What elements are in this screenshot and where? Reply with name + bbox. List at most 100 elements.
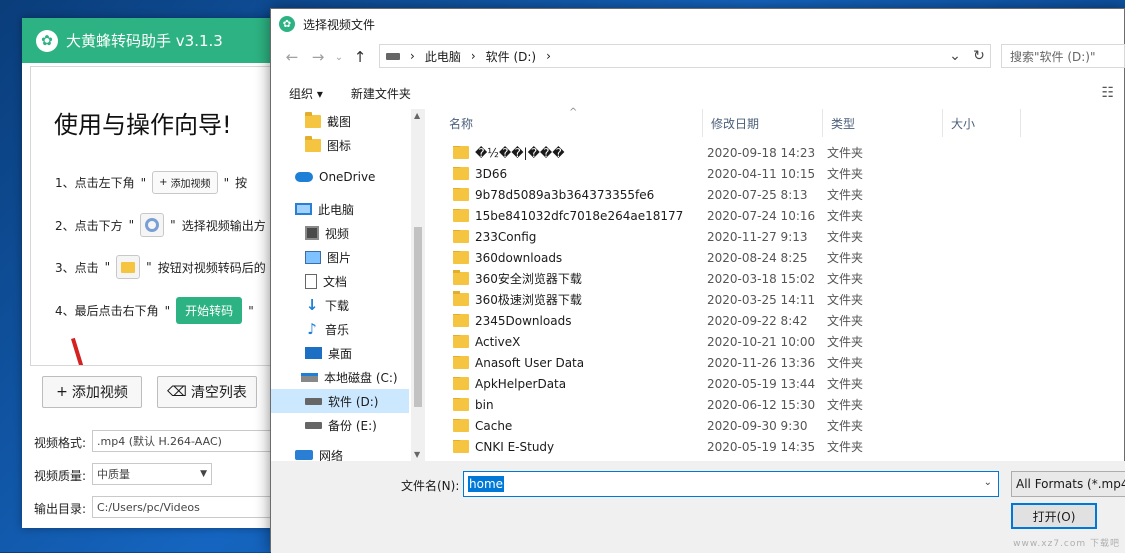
- organize-button[interactable]: 组织 ▾: [289, 85, 323, 102]
- column-type[interactable]: 类型: [823, 109, 943, 137]
- tree-item-videos[interactable]: 视频: [271, 221, 409, 245]
- gear-icon: [145, 218, 160, 232]
- list-item[interactable]: ActiveX 2020-10-21 10:00 文件夹: [441, 331, 1024, 352]
- drive-icon: [305, 421, 322, 429]
- scroll-down-icon[interactable]: ▼: [414, 450, 420, 459]
- video-icon: [305, 226, 319, 240]
- tree-item-documents[interactable]: 文档: [271, 269, 409, 293]
- open-file-dialog: ✿ 选择视频文件 ← → ⌄ ↑ › 此电脑 › 软件 (D:) › ⌄ ↻ 搜…: [270, 8, 1125, 553]
- dialog-footer: 文件名(N): home ⌄ All Formats (*.mp4 打开(O) …: [271, 461, 1125, 553]
- forward-arrow-icon[interactable]: →: [305, 44, 331, 70]
- folder-icon: [453, 397, 469, 411]
- list-item[interactable]: 360极速浏览器下载 2020-03-25 14:11 文件夹: [441, 289, 1024, 310]
- red-arrow-line: [71, 337, 99, 365]
- guide-step-2: 2、点击下方 " " 选择视频输出方: [55, 213, 266, 237]
- breadcrumb-separator-icon: ›: [546, 49, 551, 63]
- start-convert-chip: 开始转码: [176, 297, 243, 324]
- tree-item-this-pc[interactable]: 此电脑: [271, 197, 409, 221]
- tree-item-screenshots[interactable]: 截图: [271, 109, 409, 133]
- folder-icon: [453, 166, 469, 180]
- scroll-up-icon[interactable]: ▲: [414, 111, 420, 120]
- list-item[interactable]: �½��|��� 2020-09-18 14:23 文件夹: [441, 142, 1024, 163]
- onedrive-cloud-icon: [295, 172, 313, 182]
- list-item[interactable]: Anasoft User Data 2020-11-26 13:36 文件夹: [441, 352, 1024, 373]
- list-item[interactable]: 233Config 2020-11-27 9:13 文件夹: [441, 226, 1024, 247]
- chevron-down-icon: ▼: [200, 469, 207, 479]
- column-size[interactable]: 大小: [943, 109, 1021, 137]
- tree-item-drive-d[interactable]: 软件 (D:): [271, 389, 409, 413]
- system-drive-icon: [301, 372, 318, 382]
- format-select[interactable]: .mp4 (默认 H.264-AAC): [92, 430, 280, 452]
- sort-ascending-icon: ^: [569, 107, 578, 118]
- list-item[interactable]: bin 2020-06-12 15:30 文件夹: [441, 394, 1024, 415]
- list-item[interactable]: CNKI E-Study 2020-05-19 14:35 文件夹: [441, 436, 1024, 457]
- tree-item-music[interactable]: ♪ 音乐: [271, 317, 409, 341]
- network-icon: [295, 450, 313, 460]
- tree-item-icons[interactable]: 图标: [271, 133, 409, 157]
- tree-item-pictures[interactable]: 图片: [271, 245, 409, 269]
- open-button[interactable]: 打开(O): [1011, 503, 1097, 529]
- output-dir-input[interactable]: C:/Users/pc/Videos: [92, 496, 280, 518]
- address-dropdown-icon[interactable]: ⌄: [943, 44, 967, 68]
- add-video-button[interactable]: + 添加视频: [42, 376, 142, 408]
- back-arrow-icon[interactable]: ←: [279, 44, 305, 70]
- folder-icon: [453, 270, 469, 285]
- search-input[interactable]: 搜索"软件 (D:)": [1001, 44, 1125, 68]
- broom-icon: ⌫: [167, 384, 187, 400]
- new-folder-button[interactable]: 新建文件夹: [351, 85, 411, 102]
- list-item[interactable]: 360downloads 2020-08-24 8:25 文件夹: [441, 247, 1024, 268]
- file-list-header: ^ 名称 修改日期 类型 大小: [441, 107, 1024, 137]
- tree-item-downloads[interactable]: ↓ 下载: [271, 293, 409, 317]
- folder-icon: [453, 250, 469, 264]
- tree-item-onedrive[interactable]: OneDrive: [271, 165, 409, 189]
- scrollbar-thumb[interactable]: [414, 227, 422, 407]
- clear-list-button[interactable]: ⌫ 清空列表: [157, 376, 257, 408]
- list-item[interactable]: 9b78d5089a3b364373355fe6 2020-07-25 8:13 文…: [441, 184, 1024, 205]
- quality-label: 视频质量:: [34, 469, 87, 483]
- breadcrumb-this-pc[interactable]: 此电脑: [425, 48, 461, 65]
- format-label: 视频格式:: [34, 436, 87, 450]
- tree-item-drive-e[interactable]: 备份 (E:): [271, 413, 409, 437]
- dialog-toolbar: 组织 ▾ 新建文件夹 ☷: [271, 77, 1125, 109]
- tree-item-network[interactable]: 网络: [271, 443, 409, 461]
- address-bar[interactable]: › 此电脑 › 软件 (D:) ›: [379, 44, 991, 68]
- add-video-chip: + 添加视频: [152, 171, 218, 194]
- list-item[interactable]: Cache 2020-09-30 9:30 文件夹: [441, 415, 1024, 436]
- guide-panel: 使用与操作向导! 1、点击左下角 " + 添加视频 " 按 2、点击下方 " "…: [30, 66, 290, 366]
- app-title: 大黄蜂转码助手 v3.1.3: [66, 32, 223, 50]
- site-watermark: www.xz7.com 下载吧: [1013, 539, 1120, 549]
- guide-title: 使用与操作向导!: [54, 111, 232, 139]
- guide-step-1: 1、点击左下角 " + 添加视频 " 按: [55, 171, 247, 194]
- dialog-title: 选择视频文件: [303, 17, 376, 32]
- folder-icon: [453, 145, 469, 159]
- quality-select[interactable]: 中质量 ▼: [92, 463, 212, 485]
- folder-icon: [453, 355, 469, 369]
- navigation-bar: ← → ⌄ ↑ › 此电脑 › 软件 (D:) › ⌄ ↻ 搜索"软件 (D:)…: [271, 41, 1125, 73]
- list-item[interactable]: 15be841032dfc7018e264ae18177 2020-07-24 1…: [441, 205, 1024, 226]
- navigation-scrollbar[interactable]: ▲ ▼: [411, 109, 425, 461]
- drive-icon: [386, 52, 400, 60]
- converter-app-window: ✿ 大黄蜂转码助手 v3.1.3 使用与操作向导! 1、点击左下角 " + 添加…: [22, 18, 290, 528]
- list-item[interactable]: 2345Downloads 2020-09-22 8:42 文件夹: [441, 310, 1024, 331]
- list-item[interactable]: 360安全浏览器下载 2020-03-18 15:02 文件夹: [441, 268, 1024, 289]
- list-item[interactable]: 3D66 2020-04-11 10:15 文件夹: [441, 163, 1024, 184]
- tree-item-desktop[interactable]: 桌面: [271, 341, 409, 365]
- navigation-pane: 截图 图标 OneDrive 此电脑 视频 图片 文档 ↓ 下载 ♪ 音乐 桌面 本…: [271, 109, 425, 461]
- app-titlebar: ✿ 大黄蜂转码助手 v3.1.3: [22, 18, 280, 63]
- chevron-down-icon[interactable]: ⌄: [984, 477, 992, 488]
- recent-chevron-icon[interactable]: ⌄: [331, 44, 347, 70]
- desktop-icon: [305, 347, 322, 359]
- view-options-icon[interactable]: ☷: [1101, 85, 1114, 101]
- column-date-modified[interactable]: 修改日期: [703, 109, 823, 137]
- up-arrow-icon[interactable]: ↑: [347, 44, 373, 70]
- breadcrumb-drive-d[interactable]: 软件 (D:): [486, 48, 536, 65]
- refresh-icon[interactable]: ↻: [967, 44, 991, 68]
- file-type-filter[interactable]: All Formats (*.mp4: [1011, 471, 1125, 497]
- plus-icon: +: [56, 384, 68, 400]
- list-item[interactable]: ApkHelperData 2020-05-19 13:44 文件夹: [441, 373, 1024, 394]
- filename-input[interactable]: home ⌄: [463, 471, 999, 497]
- folder-icon: [453, 418, 469, 432]
- folder-chip: [116, 255, 141, 279]
- filename-value: home: [468, 476, 505, 492]
- tree-item-drive-c[interactable]: 本地磁盘 (C:): [271, 365, 409, 389]
